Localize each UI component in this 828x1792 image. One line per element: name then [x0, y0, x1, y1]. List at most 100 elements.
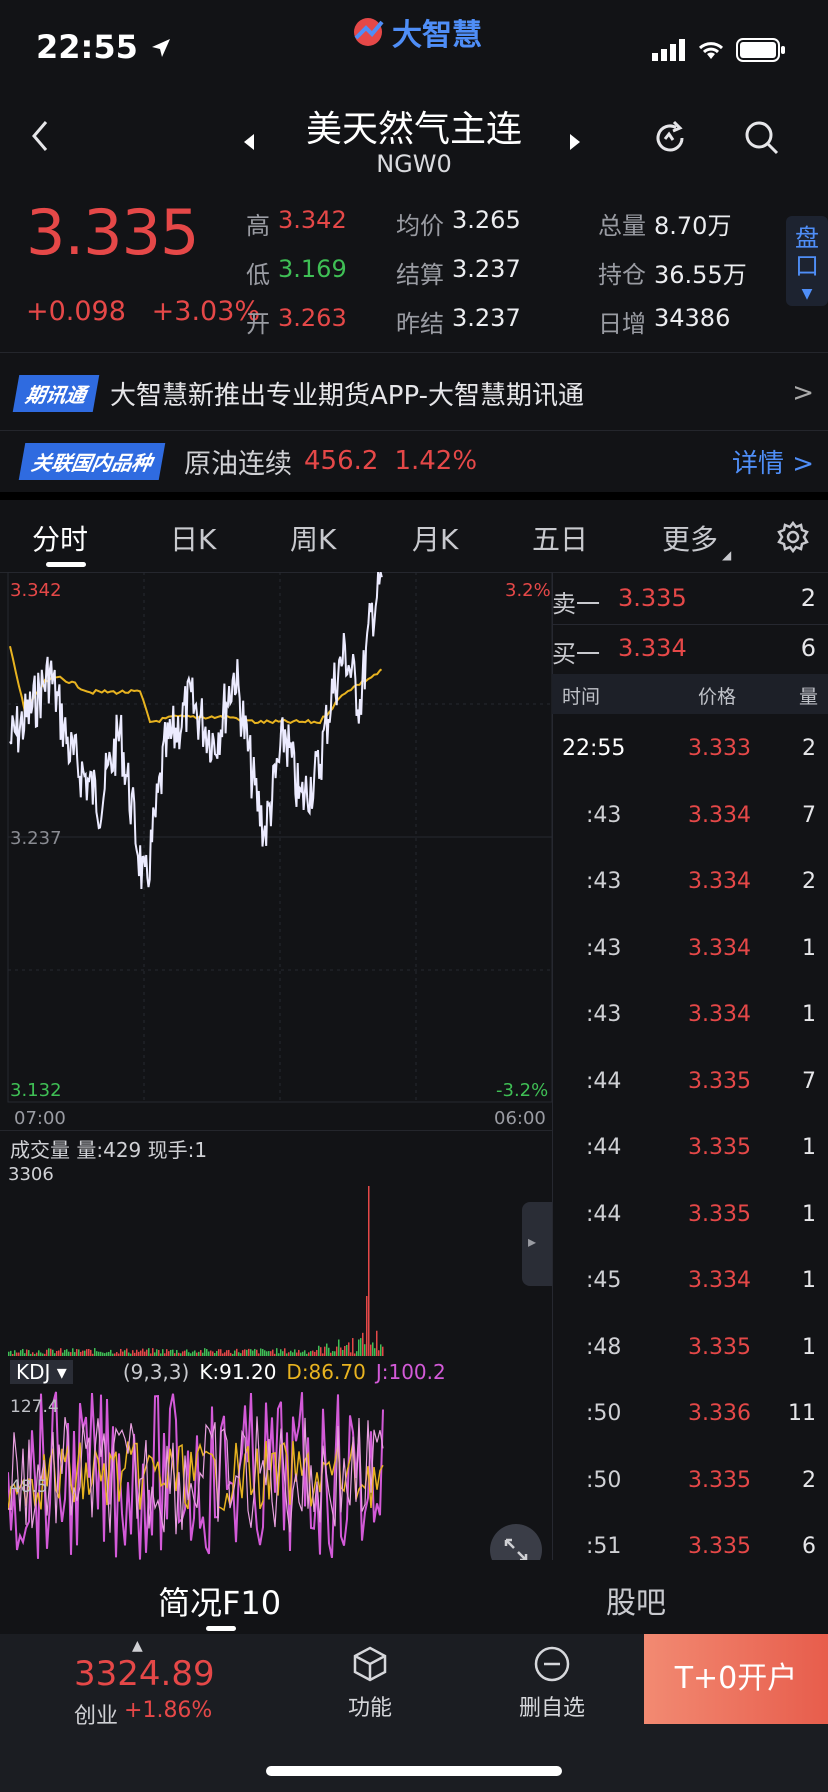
contract-name: 美天然气主连 — [305, 109, 522, 150]
settings-button[interactable] — [776, 520, 810, 558]
related-price: 456.2 — [304, 446, 379, 476]
tick-price: 3.334 — [688, 1002, 751, 1027]
index-name: 创业 — [74, 1704, 119, 1729]
tick-qty: 2 — [802, 736, 816, 761]
tab-intraday[interactable]: 分时 — [32, 518, 88, 558]
related-detail-link[interactable]: 详情 > — [732, 443, 814, 480]
stat-total-volume: 总量 8.70万 — [598, 212, 732, 240]
tick-price: 3.335 — [688, 1467, 751, 1493]
function-label: 功能 — [347, 1696, 392, 1721]
ask-row: 卖一 3.335 2 — [552, 574, 828, 624]
tick-time: :48 — [586, 1334, 622, 1360]
tab-more[interactable]: 更多 ◢ — [662, 518, 731, 562]
remove-favorite-button[interactable]: 删自选 — [512, 1644, 592, 1722]
location-arrow-icon — [152, 39, 170, 57]
tab-forum[interactable]: 股吧 — [606, 1578, 666, 1622]
stat-open-interest: 持仓 36.55万 — [598, 261, 747, 289]
indicator-select[interactable]: KDJ ▾ — [10, 1360, 73, 1384]
tab-weekly-k[interactable]: 周K — [290, 518, 336, 558]
next-contract-button[interactable] — [568, 132, 582, 156]
remove-favorite-label: 删自选 — [518, 1696, 585, 1721]
tick-row: :44 3.335 1 — [552, 1182, 828, 1248]
tick-time: :51 — [586, 1534, 622, 1559]
logo-icon — [354, 18, 384, 46]
panel-arrow-icon: ▸ — [528, 1232, 537, 1251]
tick-row: :44 3.335 7 — [552, 1049, 828, 1115]
volume-title: 成交量 量:429 现手:1 — [10, 1138, 208, 1162]
tick-row: :48 3.335 1 — [552, 1315, 828, 1381]
tick-price: 3.333 — [688, 736, 751, 761]
news-banner[interactable]: 期讯通 大智慧新推出专业期货APP-大智慧期讯通 > — [12, 368, 828, 418]
last-price: 3.335 — [26, 196, 199, 269]
tick-header-price: 价格 — [698, 686, 737, 708]
tick-qty: 11 — [788, 1401, 816, 1426]
kdj-k-value: K:91.20 — [199, 1360, 277, 1384]
divider — [0, 1130, 552, 1131]
pankou-button[interactable]: 盘口 ▼ — [786, 216, 828, 306]
status-time: 22:55 — [36, 28, 173, 66]
tick-row: :43 3.334 1 — [552, 916, 828, 982]
pankou-label: 盘口 — [795, 224, 819, 280]
tick-qty: 6 — [802, 1534, 816, 1559]
search-button[interactable] — [742, 118, 782, 162]
top-price-label: 3.342 — [10, 580, 62, 601]
tab-monthly-k[interactable]: 月K — [412, 518, 458, 558]
battery-icon — [736, 38, 785, 62]
kdj-j-value: J:100.2 — [375, 1360, 446, 1384]
info-tabs — [0, 1560, 828, 1632]
intraday-chart[interactable]: 3.342 3.2% 3.237 3.132 -3.2% 07:00 06:00 — [0, 572, 552, 1132]
tab-daily-k[interactable]: 日K — [170, 518, 216, 558]
cellular-signal-icon — [652, 39, 685, 61]
tick-row: :43 3.334 2 — [552, 849, 828, 915]
gear-icon — [777, 520, 809, 554]
kdj-top-label: 127.4 — [10, 1397, 59, 1417]
tick-price: 3.335 — [688, 1534, 751, 1559]
kdj-header: KDJ ▾ (9,3,3) K:91.20 D:86.70 J:100.2 — [10, 1360, 446, 1384]
tick-price: 3.335 — [688, 1068, 751, 1094]
caret-up-icon: ▲ — [132, 1638, 143, 1654]
caret-down-icon: ▼ — [801, 286, 813, 302]
bid-row: 买一 3.334 6 — [552, 624, 828, 674]
ask-price: 3.335 — [618, 584, 687, 612]
tick-table-header: 时间 价格 量 — [552, 674, 828, 714]
tick-qty: 2 — [802, 869, 816, 894]
kdj-d-value: D:86.70 — [286, 1360, 366, 1384]
index-change: +1.86% — [124, 1698, 213, 1723]
tick-time: :43 — [586, 1002, 622, 1027]
kdj-mid-label: 48.5 — [10, 1477, 48, 1497]
tick-qty: 1 — [802, 1135, 816, 1160]
tab-five-day[interactable]: 五日 — [532, 518, 588, 558]
index-value[interactable]: 3324.89 — [74, 1654, 215, 1694]
bid-price: 3.334 — [618, 634, 687, 662]
cube-icon — [353, 1646, 387, 1682]
tick-qty: 2 — [802, 1467, 816, 1493]
collapse-panel-button[interactable]: ▸ — [522, 1202, 552, 1286]
stat-high: 高 3.342 — [246, 206, 347, 240]
tick-price: 3.335 — [688, 1135, 751, 1160]
stat-settlement: 结算 3.237 — [396, 255, 521, 289]
time-start-label: 07:00 — [14, 1108, 66, 1129]
tick-row: :45 3.334 1 — [552, 1248, 828, 1314]
mid-price-label: 3.237 — [10, 828, 62, 849]
related-name: 原油连续 — [184, 448, 292, 480]
divider — [0, 352, 828, 353]
wifi-icon — [698, 42, 724, 59]
tick-time: :43 — [586, 869, 622, 894]
tick-time: :44 — [586, 1068, 622, 1094]
tick-row: :50 3.336 11 — [552, 1381, 828, 1447]
stat-low: 低 3.169 — [246, 255, 347, 289]
related-product-banner[interactable]: 关联国内品种 原油连续 456.2 1.42% 详情 > — [18, 434, 828, 488]
triangle-right-icon — [570, 134, 580, 150]
bottom-percent-label: -3.2% — [496, 1080, 548, 1101]
refresh-button[interactable] — [650, 118, 690, 162]
open-account-button[interactable]: T+0开户 — [644, 1634, 828, 1724]
tick-time: :45 — [586, 1268, 622, 1293]
function-button[interactable]: 功能 — [330, 1644, 410, 1722]
stat-average: 均价 3.265 — [396, 206, 521, 240]
tab-f10[interactable]: 简况F10 — [158, 1578, 281, 1624]
minus-circle-icon — [534, 1646, 570, 1682]
price-change: +0.098 +3.03% — [26, 296, 260, 327]
tick-time: :44 — [586, 1201, 622, 1227]
tick-time: :44 — [586, 1135, 622, 1160]
kdj-params: (9,3,3) — [122, 1360, 190, 1384]
